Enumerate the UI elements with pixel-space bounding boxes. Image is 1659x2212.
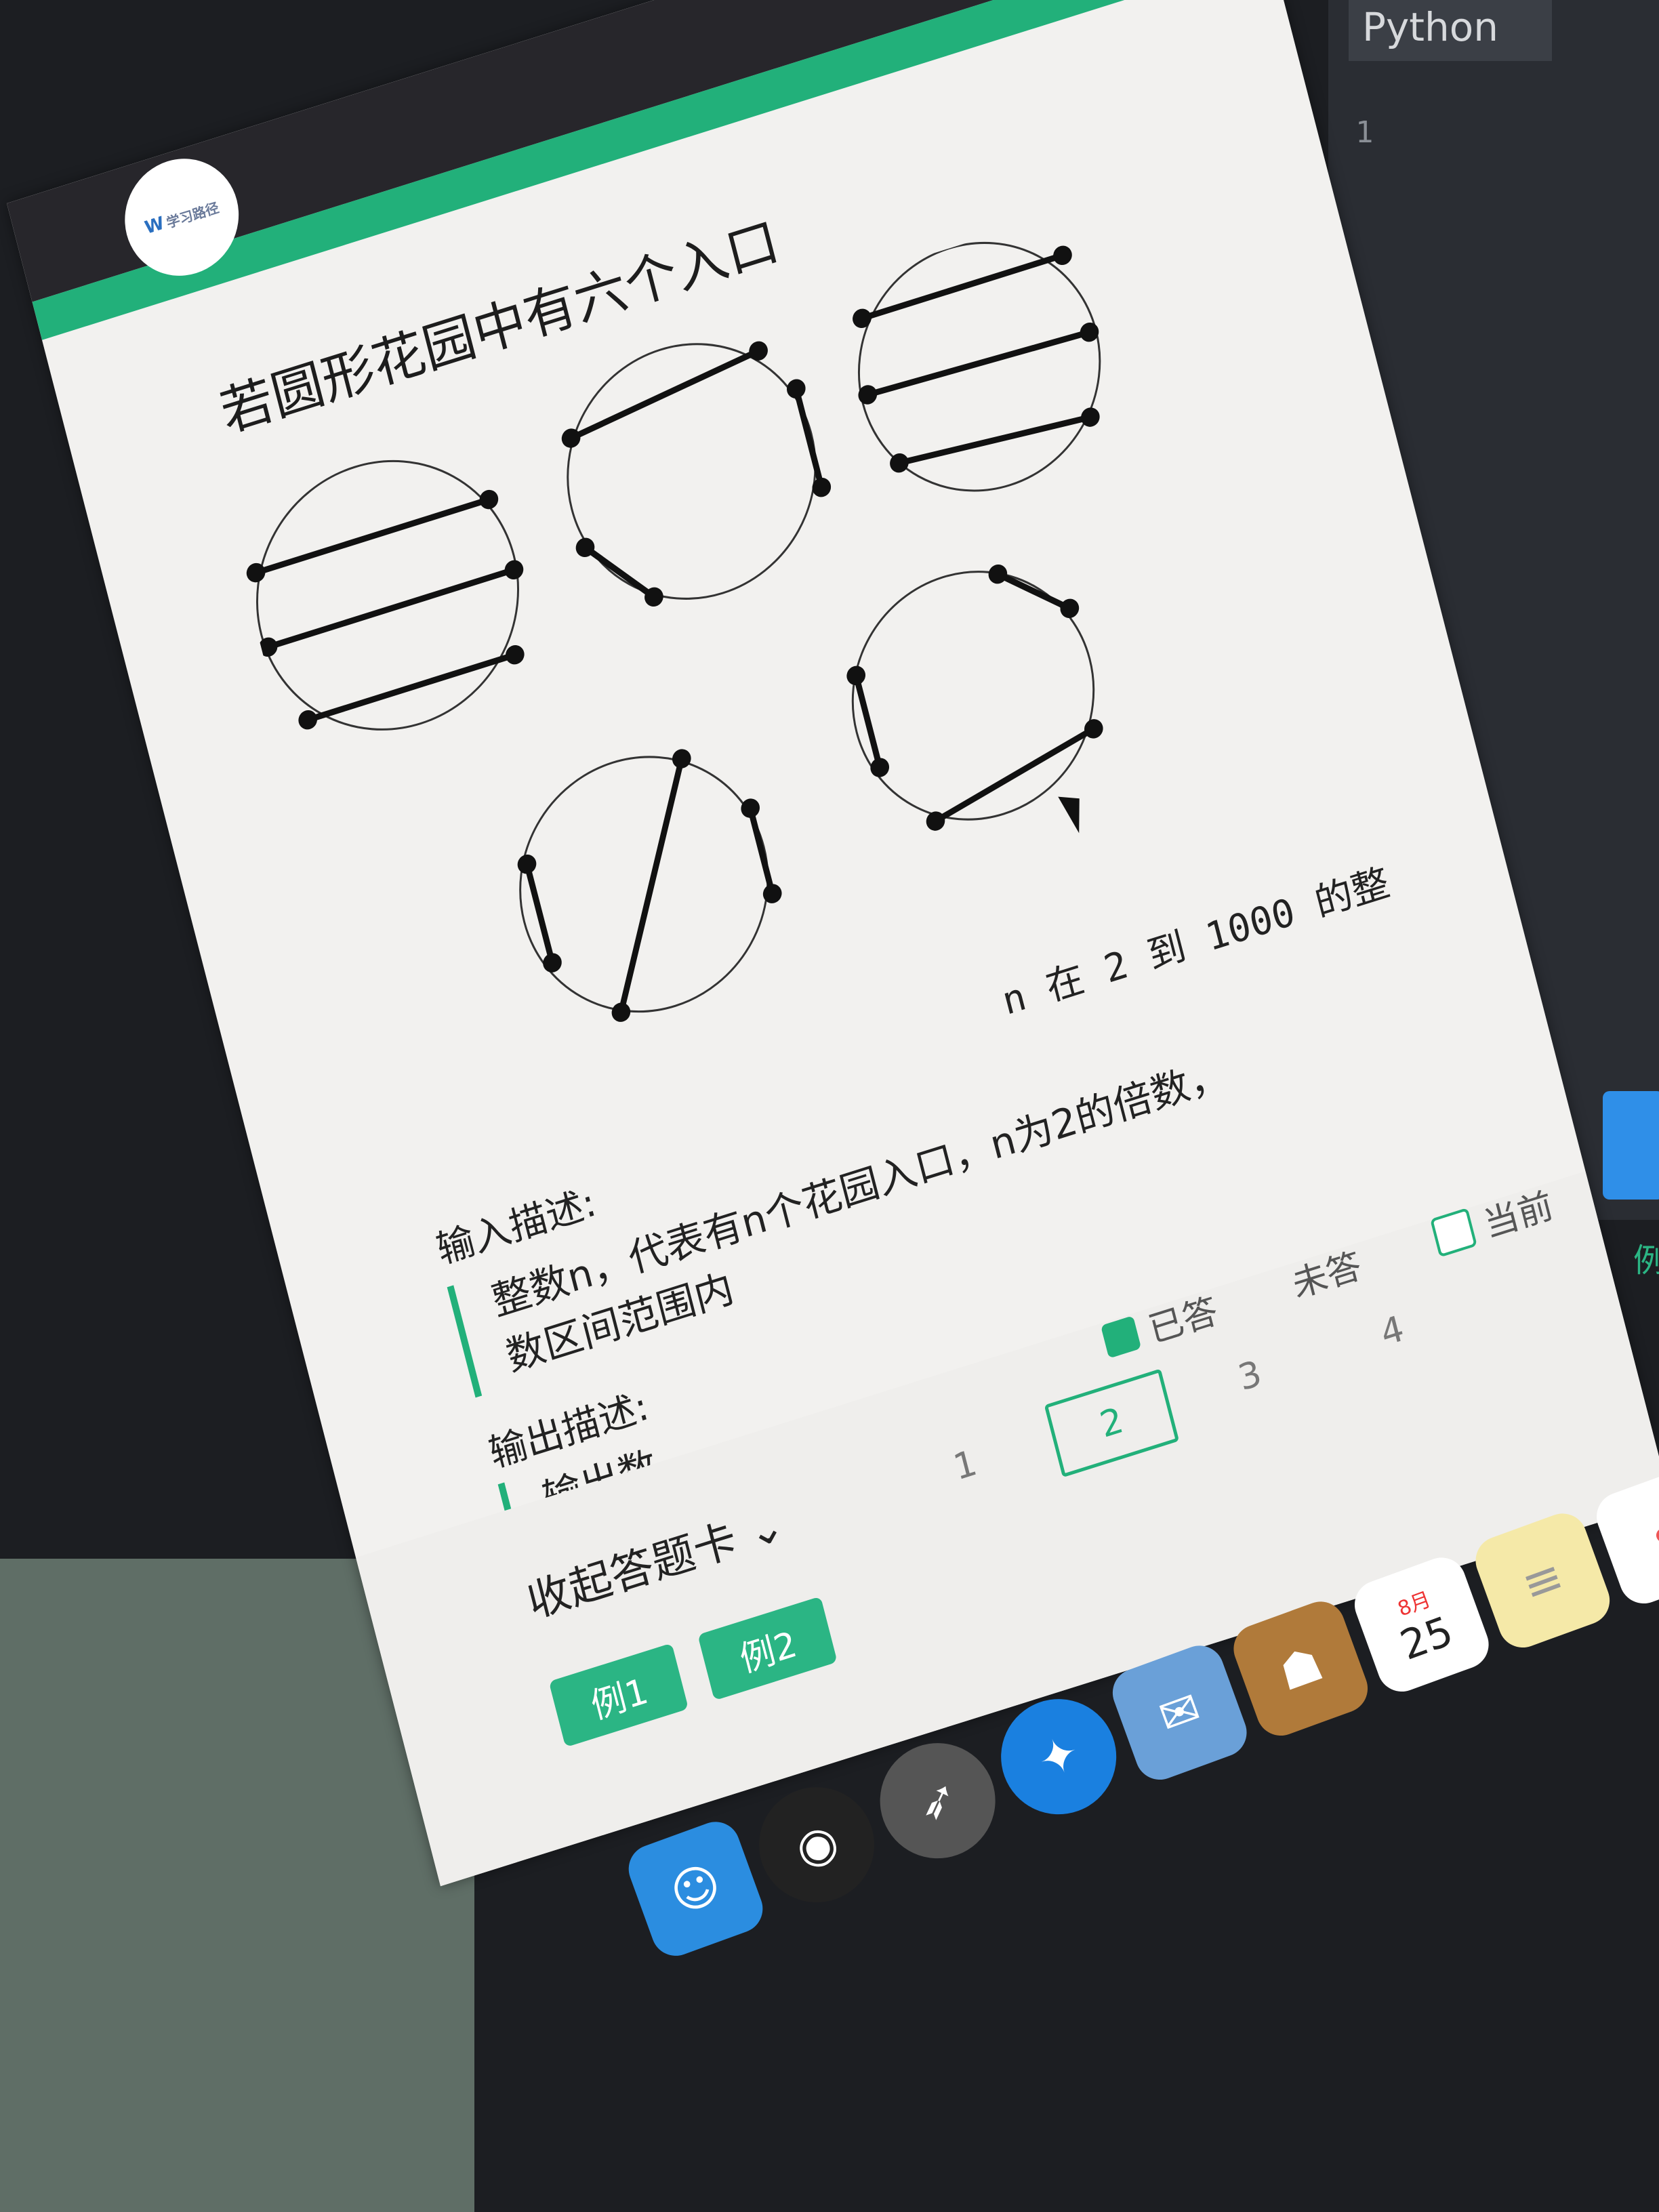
figure-point	[504, 560, 524, 580]
figure-chord	[582, 544, 657, 600]
figure-point	[762, 884, 782, 903]
figure-point	[517, 854, 537, 874]
figure-point	[1053, 245, 1072, 266]
editor-edge-label: 例	[1633, 1242, 1659, 1279]
editor-line-number: 1	[1355, 115, 1374, 150]
figure-point	[672, 749, 691, 769]
figure-point	[611, 1002, 631, 1022]
editor-tab[interactable]: Python	[1349, 0, 1552, 61]
figure-point	[988, 564, 1008, 584]
figure-circle	[256, 459, 519, 731]
figure-point	[258, 637, 278, 657]
figure-chord	[853, 672, 883, 771]
figure-chord	[793, 386, 825, 491]
figure-point	[812, 477, 832, 497]
figure-chord	[265, 567, 517, 651]
figure-point	[1060, 598, 1080, 619]
figure-point	[853, 308, 872, 329]
run-button[interactable]	[1603, 1091, 1659, 1200]
figure-chord	[568, 348, 762, 442]
figure-point	[749, 341, 768, 361]
figure-point	[479, 489, 499, 510]
figure-circle	[567, 343, 817, 600]
figure-point	[846, 665, 866, 686]
figure-chord	[524, 861, 556, 966]
figure-chord	[617, 756, 685, 1016]
figure-point	[741, 798, 760, 818]
logo-text: 学习路径	[165, 199, 221, 231]
figure-point	[561, 428, 581, 448]
figure-chord	[994, 571, 1073, 612]
figure-point	[786, 379, 806, 398]
figure-circle	[857, 241, 1101, 492]
figure-circle	[519, 756, 769, 1013]
figure-chord	[747, 805, 776, 897]
figure-point	[246, 562, 266, 583]
figure-chord	[864, 329, 1092, 398]
logo-mark: W	[142, 213, 167, 239]
figure-chord	[896, 414, 1094, 466]
figure-point	[870, 758, 890, 777]
figure-point	[543, 953, 562, 972]
figure-chord	[304, 651, 518, 723]
